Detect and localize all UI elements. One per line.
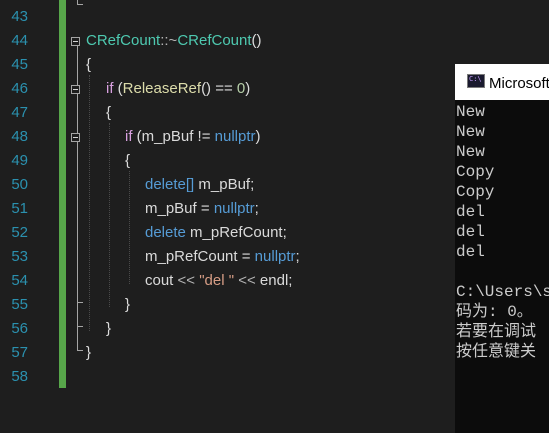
punct: ;: [295, 248, 300, 265]
line-number: 43: [11, 8, 28, 25]
punct: () ==: [201, 80, 237, 97]
code-line: {: [106, 104, 112, 121]
punct: ;: [282, 224, 287, 241]
indent-guide: [129, 171, 130, 284]
punct: (: [132, 128, 142, 145]
punct: ;: [288, 272, 293, 289]
console-line: 若要在调试: [456, 323, 537, 341]
console-app-icon: [467, 74, 485, 88]
line-number: 54: [11, 272, 28, 289]
code-line: m_pRefCount = nullptr;: [145, 245, 300, 269]
line-number: 44: [11, 32, 28, 49]
console-line: New: [456, 103, 485, 121]
code-line: CRefCount::~CRefCount(): [86, 29, 262, 53]
keyword: nullptr: [254, 248, 296, 265]
punct: =: [196, 200, 214, 217]
line-number: 48: [11, 128, 28, 145]
parens: (): [251, 32, 262, 49]
line-number: 50: [11, 176, 28, 193]
operator: <<: [173, 272, 200, 289]
keyword: if: [106, 80, 114, 97]
code-line: m_pBuf = nullptr;: [145, 197, 259, 221]
number-literal: 0: [236, 80, 246, 97]
console-line: del: [456, 243, 485, 261]
console-title: Microsoft Visual Studio 调试控制台: [489, 75, 549, 92]
console-line: 按任意键关: [456, 343, 537, 361]
console-line: del: [456, 223, 485, 241]
variable: m_pRefCount: [185, 224, 283, 241]
line-number: 52: [11, 224, 28, 241]
console-output[interactable]: New New New Copy Copy del del del C:\Use…: [456, 102, 549, 362]
console-line: del: [456, 203, 485, 221]
variable: m_pBuf: [141, 128, 194, 145]
collapse-icon[interactable]: [71, 85, 80, 94]
line-number: 56: [11, 320, 28, 337]
fold-guide: [77, 302, 83, 303]
variable: m_pBuf: [145, 200, 197, 217]
identifier: cout: [145, 272, 174, 289]
collapse-icon[interactable]: [71, 133, 80, 142]
punct: ;: [250, 176, 255, 193]
scope-operator: ::~: [160, 32, 178, 49]
code-line: {: [86, 56, 92, 73]
debug-console-window[interactable]: Microsoft Visual Studio 调试控制台 New New Ne…: [455, 64, 549, 433]
fold-guide: [77, 4, 83, 5]
fold-guide: [77, 350, 83, 351]
fold-guide: [77, 326, 83, 327]
console-line: New: [456, 143, 485, 161]
collapse-icon[interactable]: [71, 37, 80, 46]
punct: ): [255, 128, 261, 145]
line-number: 49: [11, 152, 28, 169]
keyword: if: [125, 128, 133, 145]
keyword: nullptr: [213, 200, 255, 217]
line-number: 46: [11, 80, 28, 97]
function-call: ReleaseRef: [122, 80, 202, 97]
punct: ;: [254, 200, 259, 217]
string-literal: "del ": [199, 272, 235, 289]
class-name: CRefCount: [86, 32, 161, 49]
variable: m_pBuf: [194, 176, 251, 193]
code-line: }: [125, 296, 131, 313]
punct: (: [113, 80, 123, 97]
code-line: delete[] m_pBuf;: [145, 173, 254, 197]
line-number: 53: [11, 248, 28, 265]
console-line: New: [456, 123, 485, 141]
line-number: 57: [11, 344, 28, 361]
keyword: nullptr: [214, 128, 256, 145]
code-line: cout << "del " << endl;: [145, 269, 292, 293]
console-line: Copy: [456, 163, 495, 181]
punct: =: [237, 248, 255, 265]
console-line: Copy: [456, 183, 495, 201]
line-number: 58: [11, 368, 28, 385]
punct: !=: [193, 128, 215, 145]
code-line: if (m_pBuf != nullptr): [125, 125, 261, 149]
identifier: endl: [259, 272, 289, 289]
console-line: 码为: 0。: [456, 303, 533, 321]
line-number: 51: [11, 200, 28, 217]
line-number: 55: [11, 296, 28, 313]
code-line: }: [86, 344, 92, 361]
indent-guide: [89, 75, 90, 331]
line-number: 45: [11, 56, 28, 73]
keyword: delete: [145, 224, 186, 241]
variable: m_pRefCount: [145, 248, 238, 265]
punct: ): [245, 80, 251, 97]
change-indicator-bar: [59, 0, 66, 388]
console-line: C:\Users\s: [456, 283, 549, 301]
destructor-name: CRefCount: [177, 32, 252, 49]
console-titlebar[interactable]: Microsoft Visual Studio 调试控制台: [455, 64, 549, 100]
indent-guide: [109, 123, 110, 307]
code-line: }: [106, 320, 112, 337]
code-line: delete m_pRefCount;: [145, 221, 287, 245]
code-line: {: [125, 152, 131, 169]
code-line: if (ReleaseRef() == 0): [106, 77, 250, 101]
line-number: 47: [11, 104, 28, 121]
keyword: delete[]: [145, 176, 195, 193]
operator: <<: [234, 272, 260, 289]
